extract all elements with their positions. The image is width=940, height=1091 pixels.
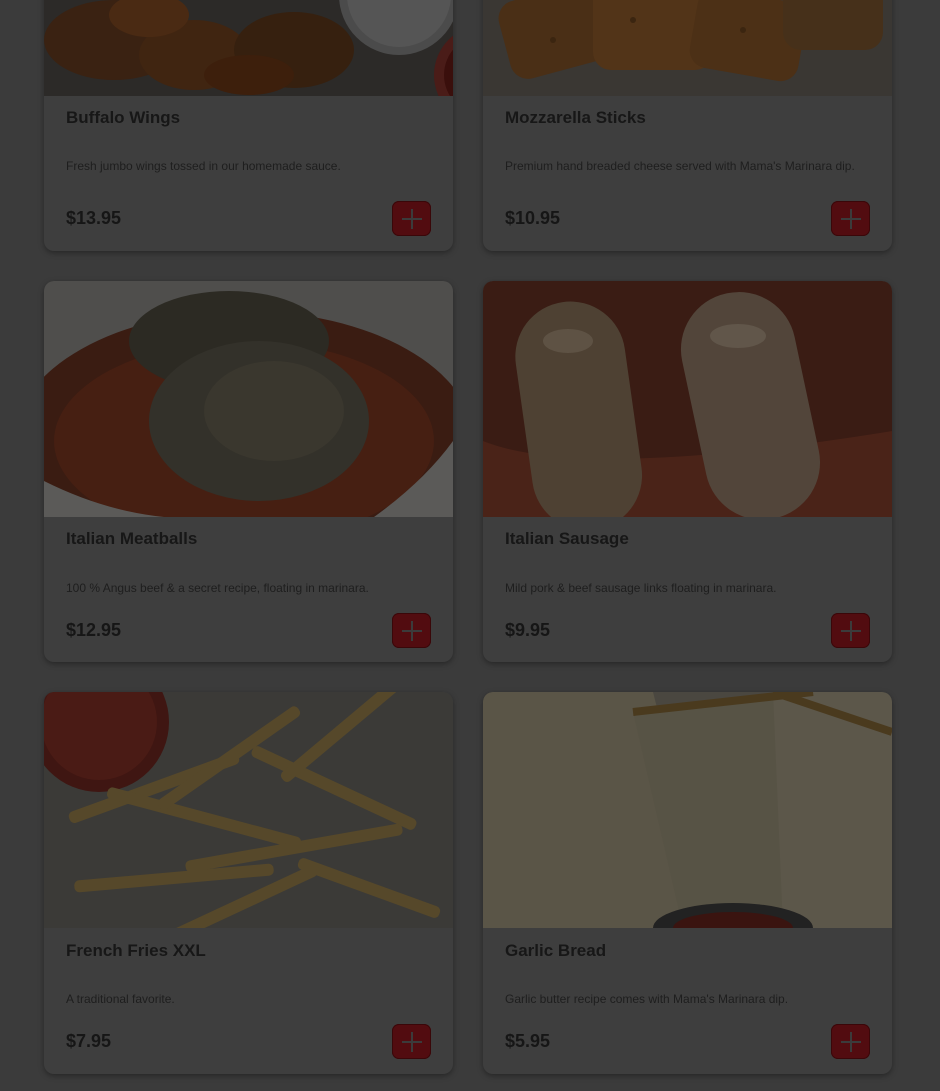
item-price: $7.95: [66, 1031, 112, 1051]
menu-item-card[interactable]: Buffalo Wings Fresh jumbo wings tossed i…: [44, 0, 453, 251]
menu-item-card[interactable]: French Fries XXL A traditional favorite.…: [44, 692, 453, 1074]
plus-icon: [401, 620, 422, 641]
add-to-cart-button[interactable]: [831, 1024, 870, 1059]
item-name: Mozzarella Sticks: [505, 108, 646, 127]
item-description: A traditional favorite.: [66, 992, 175, 1006]
plus-icon: [840, 208, 861, 229]
italian-sausage-photo: [483, 281, 892, 517]
item-description: Garlic butter recipe comes with Mama's M…: [505, 992, 789, 1006]
item-description: 100 % Angus beef & a secret recipe, floa…: [66, 581, 369, 595]
item-price: $9.95: [505, 620, 551, 640]
buffalo-wings-photo: [44, 0, 453, 96]
item-description: Mild pork & beef sausage links floating …: [505, 581, 777, 595]
garlic-bread-photo: [483, 692, 892, 928]
plus-icon: [401, 208, 422, 229]
menu-grid: Buffalo Wings Fresh jumbo wings tossed i…: [0, 0, 940, 1091]
italian-meatballs-photo: [44, 281, 453, 517]
menu-item-card[interactable]: Mozzarella Sticks Premium hand breaded c…: [483, 0, 892, 251]
item-price: $10.95: [505, 208, 561, 228]
add-to-cart-button[interactable]: [392, 201, 431, 236]
item-name: French Fries XXL: [66, 941, 206, 960]
item-description: Fresh jumbo wings tossed in our homemade…: [66, 159, 341, 173]
item-name: Buffalo Wings: [66, 108, 181, 127]
item-price: $12.95: [66, 620, 122, 640]
add-to-cart-button[interactable]: [831, 201, 870, 236]
add-to-cart-button[interactable]: [392, 613, 431, 648]
item-name: Italian Sausage: [505, 529, 629, 548]
mozzarella-sticks-photo: [483, 0, 892, 96]
item-name: Garlic Bread: [505, 941, 607, 960]
plus-icon: [840, 620, 861, 641]
item-price: $13.95: [66, 208, 122, 228]
item-price: $5.95: [505, 1031, 551, 1051]
item-description: Premium hand breaded cheese served with …: [505, 159, 855, 173]
add-to-cart-button[interactable]: [392, 1024, 431, 1059]
plus-icon: [401, 1031, 422, 1052]
menu-item-card[interactable]: Italian Meatballs 100 % Angus beef & a s…: [44, 281, 453, 662]
menu-item-card[interactable]: Garlic Bread Garlic butter recipe comes …: [483, 692, 892, 1074]
french-fries-photo: [44, 692, 453, 928]
item-name: Italian Meatballs: [66, 529, 198, 548]
menu-item-card[interactable]: Italian Sausage Mild pork & beef sausage…: [483, 281, 892, 662]
add-to-cart-button[interactable]: [831, 613, 870, 648]
plus-icon: [840, 1031, 861, 1052]
